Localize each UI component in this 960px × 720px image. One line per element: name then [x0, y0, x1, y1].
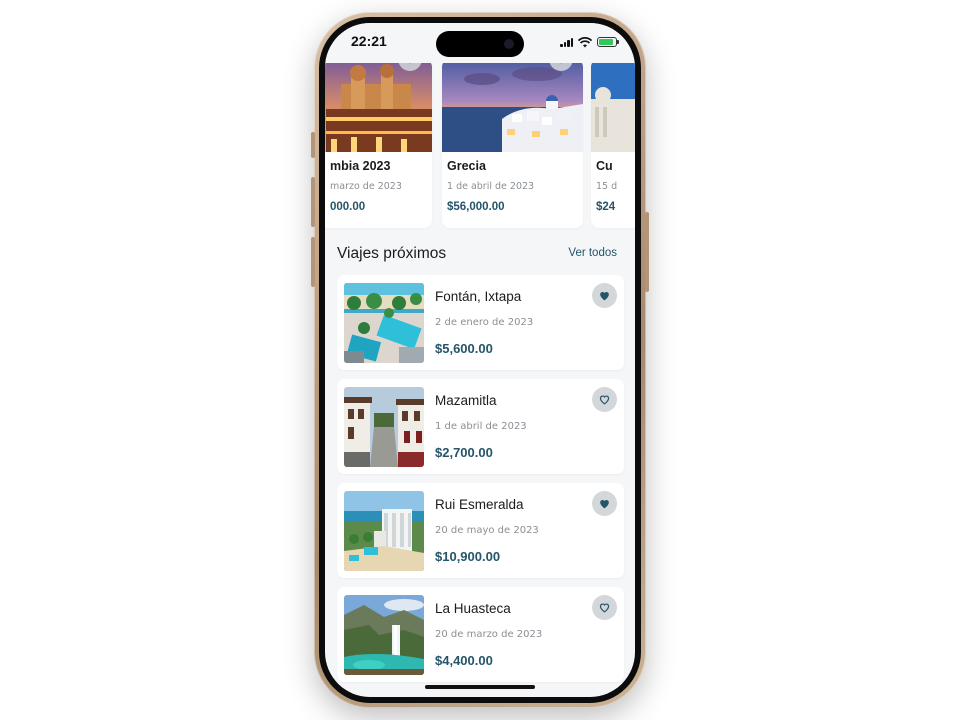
heart-outline-icon [599, 603, 610, 613]
status-icons [560, 35, 619, 49]
featured-date: marzo de 2023 [330, 181, 402, 192]
power-button [645, 212, 649, 292]
featured-date: 15 d [596, 181, 618, 192]
screen: mbia 2023 marzo de 2023 000.00 Grecia 1 … [325, 23, 635, 697]
featured-card[interactable]: mbia 2023 marzo de 2023 000.00 [325, 59, 432, 228]
stage: mbia 2023 marzo de 2023 000.00 Grecia 1 … [0, 0, 960, 720]
trip-image-ixtapa [344, 283, 424, 363]
trip-price: $2,700.00 [435, 445, 493, 460]
phone-frame: mbia 2023 marzo de 2023 000.00 Grecia 1 … [311, 12, 649, 708]
featured-image-cartagena [325, 59, 432, 152]
trip-card[interactable]: La Huasteca 20 de marzo de 2023 $4,400.0… [337, 587, 624, 682]
featured-price: 000.00 [330, 201, 366, 213]
featured-trips-carousel[interactable]: mbia 2023 marzo de 2023 000.00 Grecia 1 … [325, 59, 635, 229]
trip-card[interactable]: Rui Esmeralda 20 de mayo de 2023 $10,900… [337, 483, 624, 578]
featured-price: $56,000.00 [447, 201, 505, 213]
trip-name: La Huasteca [435, 601, 511, 616]
upcoming-trips-header: Viajes próximos Ver todos [337, 245, 617, 267]
trip-image-rui-esmeralda [344, 491, 424, 571]
mute-switch [311, 132, 315, 158]
favorite-button[interactable] [592, 491, 617, 516]
volume-up-button [311, 177, 315, 227]
featured-name: mbia 2023 [330, 159, 391, 173]
trip-date: 1 de abril de 2023 [435, 421, 527, 432]
trip-price: $5,600.00 [435, 341, 493, 356]
trip-name: Rui Esmeralda [435, 497, 524, 512]
battery-charging-icon [597, 37, 619, 47]
featured-date: 1 de abril de 2023 [447, 181, 535, 192]
cellular-signal-icon [560, 37, 573, 47]
featured-price: $24 [596, 201, 616, 213]
see-all-link[interactable]: Ver todos [568, 247, 617, 259]
heart-outline-icon [599, 395, 610, 405]
trip-date: 20 de mayo de 2023 [435, 525, 539, 536]
trip-image-mazamitla [344, 387, 424, 467]
volume-down-button [311, 237, 315, 287]
trip-date: 20 de marzo de 2023 [435, 629, 543, 640]
favorite-button[interactable] [592, 595, 617, 620]
heart-filled-icon [600, 291, 609, 301]
trip-card[interactable]: Fontán, Ixtapa 2 de enero de 2023 $5,600… [337, 275, 624, 370]
favorite-button[interactable] [592, 387, 617, 412]
trip-price: $4,400.00 [435, 653, 493, 668]
featured-card[interactable]: Grecia 1 de abril de 2023 $56,000.00 [442, 59, 583, 228]
status-bar: 22:21 [325, 23, 635, 63]
trip-card[interactable]: Mazamitla 1 de abril de 2023 $2,700.00 [337, 379, 624, 474]
trip-price: $10,900.00 [435, 549, 501, 564]
featured-card[interactable]: Cu 15 d $24 [591, 59, 635, 228]
trip-name: Fontán, Ixtapa [435, 289, 522, 304]
favorite-button[interactable] [592, 283, 617, 308]
status-time: 22:21 [351, 33, 387, 49]
section-title: Viajes próximos [337, 245, 447, 262]
trip-image-la-huasteca [344, 595, 424, 675]
featured-image-santorini [442, 59, 583, 152]
wifi-icon [578, 36, 592, 47]
camera-icon [504, 39, 514, 49]
featured-name: Cu [596, 159, 613, 173]
featured-name: Grecia [447, 159, 486, 173]
featured-image-havana [591, 59, 635, 152]
trip-date: 2 de enero de 2023 [435, 317, 534, 328]
heart-filled-icon [600, 499, 609, 509]
dynamic-island [436, 31, 524, 57]
home-indicator[interactable] [425, 685, 535, 689]
trip-name: Mazamitla [435, 393, 497, 408]
